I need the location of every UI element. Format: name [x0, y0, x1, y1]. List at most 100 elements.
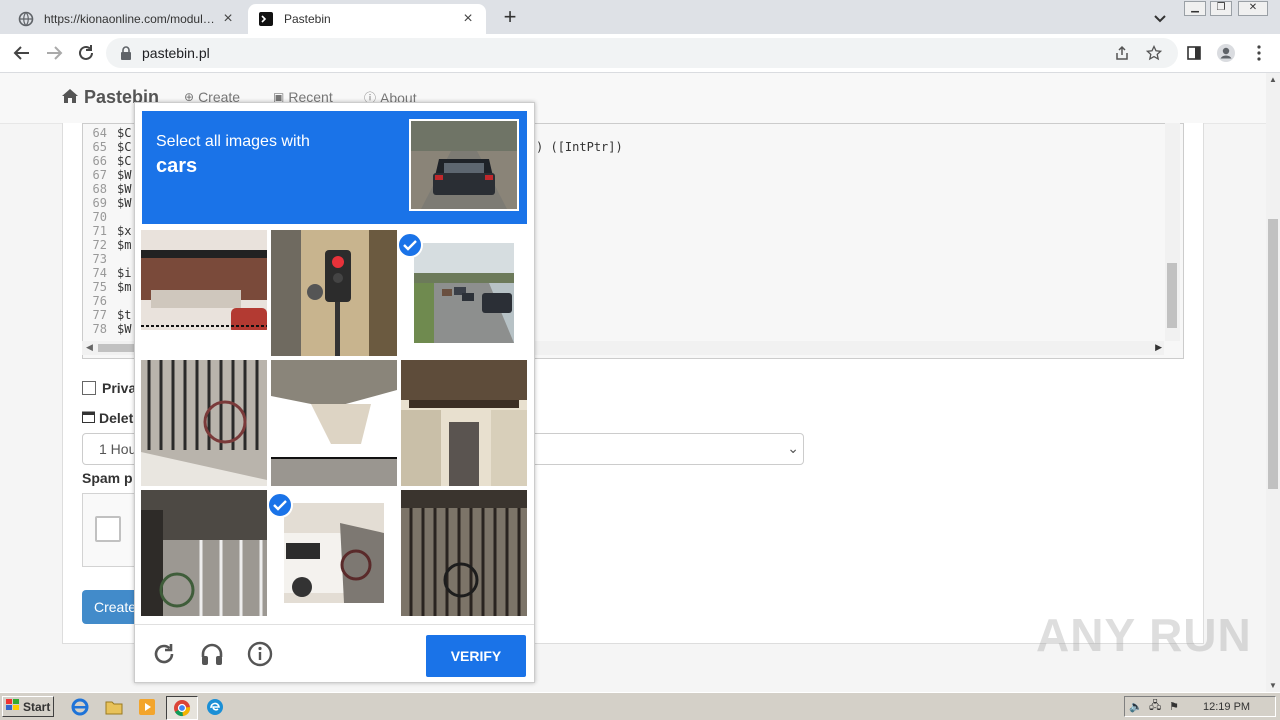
start-label: Start [23, 699, 51, 714]
line-number: 76 [92, 294, 107, 308]
close-window-button[interactable]: ✕ [1238, 1, 1268, 16]
line-number: 65 [92, 140, 107, 154]
volume-icon[interactable]: 🔈 [1129, 700, 1145, 713]
line-text: $t [117, 308, 132, 322]
tab-strip: https://kionaonline.com/modules/bon × Pa… [0, 0, 1280, 34]
browser-toolbar: pastebin.pl [0, 34, 1280, 73]
line-number: 73 [92, 252, 107, 266]
media-player-icon[interactable] [135, 696, 159, 718]
edge-icon[interactable] [203, 696, 227, 718]
tab-title: https://kionaonline.com/modules/bon [44, 12, 220, 26]
anyrun-watermark: ANY RUN [1036, 609, 1252, 661]
line-text: $m [117, 280, 132, 294]
line-number: 71 [92, 224, 107, 238]
line-number: 75 [92, 280, 107, 294]
line-text: $m [117, 238, 132, 252]
line-text: $W [117, 322, 132, 336]
recaptcha-challenge: Select all images with cars VERIFY [134, 102, 535, 683]
info-icon[interactable] [245, 639, 275, 669]
audio-challenge-icon[interactable] [197, 639, 227, 669]
flag-icon[interactable]: ⚑ [1169, 700, 1185, 713]
verify-button[interactable]: VERIFY [426, 635, 526, 677]
network-icon[interactable]: 🖧 [1149, 697, 1165, 716]
windows-taskbar: Start 🔈 🖧 ⚑ 12:19 PM [0, 692, 1280, 720]
restore-button[interactable]: ❐ [1210, 1, 1232, 16]
home-icon [62, 87, 78, 108]
menu-kebab-icon[interactable] [1248, 42, 1270, 64]
tab-title: Pastebin [284, 12, 331, 26]
expiry-value: 1 Hou [99, 441, 137, 457]
challenge-footer: VERIFY [135, 624, 534, 683]
spam-label: Spam p [82, 470, 133, 486]
line-text: $x [117, 224, 132, 238]
start-button[interactable]: Start [2, 696, 54, 717]
challenge-tile-7[interactable] [141, 490, 267, 616]
recaptcha-anchor [82, 493, 142, 567]
bookmark-star-icon[interactable] [1143, 42, 1165, 64]
challenge-header: Select all images with cars [142, 111, 527, 224]
line-number: 77 [92, 308, 107, 322]
reload-button[interactable] [74, 41, 98, 65]
challenge-grid [141, 230, 531, 620]
delete-label: Delet [99, 410, 134, 426]
lock-icon [120, 46, 132, 60]
selected-check-icon [397, 232, 423, 258]
selected-check-icon [267, 492, 293, 518]
create-paste-button[interactable]: Create [82, 590, 142, 624]
system-tray: 🔈 🖧 ⚑ 12:19 PM [1124, 696, 1276, 717]
line-number: 69 [92, 196, 107, 210]
close-tab-icon[interactable]: × [220, 11, 236, 27]
challenge-target: cars [156, 155, 198, 177]
line-number: 74 [92, 266, 107, 280]
line-number: 68 [92, 182, 107, 196]
recaptcha-checkbox[interactable] [95, 516, 121, 542]
delete-after-row: Delet [82, 410, 133, 426]
tab-pastebin[interactable]: Pastebin × [248, 4, 486, 34]
challenge-instruction: Select all images with [156, 133, 310, 150]
clock: 12:19 PM [1203, 700, 1251, 713]
line-text: $W [117, 182, 132, 196]
challenge-tile-6[interactable] [401, 360, 527, 486]
challenge-tile-2[interactable] [271, 230, 397, 356]
page-vertical-scrollbar[interactable]: ▲ ▼ [1266, 73, 1280, 692]
challenge-tile-5[interactable] [271, 360, 397, 486]
challenge-tile-4[interactable] [141, 360, 267, 486]
tab-kionaonline[interactable]: https://kionaonline.com/modules/bon × [8, 4, 246, 34]
back-button[interactable] [10, 41, 34, 65]
line-number: 72 [92, 238, 107, 252]
close-tab-icon[interactable]: × [460, 11, 476, 27]
line-number: 78 [92, 322, 107, 336]
address-bar[interactable]: pastebin.pl [106, 38, 1178, 68]
side-panel-icon[interactable] [1183, 42, 1205, 64]
chevron-down-icon: ⌄ [787, 440, 799, 456]
globe-icon [18, 11, 34, 27]
code-vertical-scrollbar[interactable] [1165, 123, 1180, 341]
challenge-tile-1[interactable] [141, 230, 267, 356]
new-tab-button[interactable]: + [498, 6, 522, 30]
reload-challenge-icon[interactable] [149, 639, 179, 669]
forward-button[interactable] [42, 41, 66, 65]
folder-icon[interactable] [102, 696, 126, 718]
line-text: $i [117, 266, 132, 280]
private-label: Priva [102, 380, 137, 396]
line-number: 64 [92, 126, 107, 140]
private-row: Priva [82, 380, 136, 396]
pastebin-favicon-icon [258, 11, 274, 27]
ie-icon[interactable] [68, 696, 92, 718]
chrome-taskbar-button[interactable] [166, 696, 198, 720]
line-number: 67 [92, 168, 107, 182]
windows-logo-icon [6, 699, 20, 714]
line-text: $W [117, 168, 132, 182]
line-number: 70 [92, 210, 107, 224]
challenge-tile-9[interactable] [401, 490, 527, 616]
private-checkbox[interactable] [82, 381, 96, 395]
url-text: pastebin.pl [142, 45, 210, 61]
sample-car-image [409, 119, 519, 211]
profile-avatar-icon[interactable] [1215, 42, 1237, 64]
calendar-icon [82, 410, 95, 426]
line-text: $C [117, 126, 132, 140]
minimize-button[interactable]: ▁ [1184, 1, 1206, 16]
share-icon[interactable] [1111, 42, 1133, 64]
tab-search-icon[interactable] [1150, 8, 1170, 28]
line-number: 66 [92, 154, 107, 168]
